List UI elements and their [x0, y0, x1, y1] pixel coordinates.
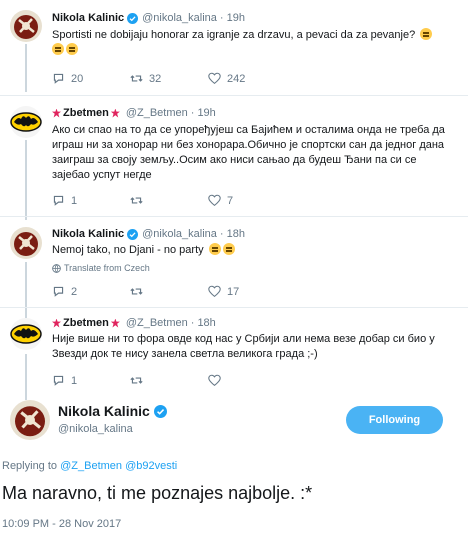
reply-icon — [53, 195, 64, 206]
author-handle[interactable]: @nikola_kalina — [58, 423, 133, 435]
tweet-text: Ако си спао на то да се упоређујеш са Ба… — [52, 124, 445, 181]
like-icon — [208, 194, 221, 207]
mention-link[interactable]: @b92vesti — [125, 460, 177, 472]
star-icon — [110, 318, 120, 328]
translate-label[interactable]: Translate from Czech — [64, 263, 150, 273]
thinking-emoji-icon — [52, 43, 64, 55]
crying-emoji-icon — [222, 243, 235, 255]
tweet-text: Није више ни то фора овде код нас у Срби… — [52, 333, 435, 360]
tweet-time[interactable]: 18h — [197, 317, 215, 329]
tweet-text: Nemoj tako, no Djani - no party — [52, 244, 204, 256]
separator-dot: · — [219, 228, 224, 240]
main-tweet-text: Ma naravno, ti me poznajes najbolje. :* — [2, 483, 313, 503]
tweet-time[interactable]: 19h — [227, 12, 245, 24]
verified-badge-icon — [127, 228, 139, 240]
retweet-button[interactable] — [130, 194, 208, 207]
like-icon — [208, 285, 221, 298]
like-count: 17 — [227, 285, 240, 298]
author-handle[interactable]: @nikola_kalina — [142, 228, 217, 240]
reply-count: 2 — [71, 285, 78, 298]
crying-emoji-icon — [208, 243, 221, 255]
author-handle[interactable]: @Z_Betmen — [126, 107, 188, 119]
tweet-timestamp[interactable]: 10:09 PM - 28 Nov 2017 — [2, 518, 121, 530]
star-icon — [52, 318, 61, 328]
verified-badge-icon — [153, 404, 167, 418]
thinking-emoji-icon — [420, 28, 433, 40]
author-name[interactable]: Nikola Kalinic — [52, 228, 124, 240]
separator-dot: · — [219, 12, 224, 24]
reply-icon — [53, 73, 64, 84]
thinking-emoji-icon — [66, 43, 78, 55]
reply-button[interactable]: 1 — [52, 374, 130, 387]
mention-link[interactable]: @Z_Betmen — [60, 460, 122, 472]
author-name[interactable]: Zbetmen — [63, 317, 109, 329]
author-handle[interactable]: @nikola_kalina — [142, 12, 217, 24]
author-handle[interactable]: @Z_Betmen — [126, 317, 188, 329]
retweet-count: 32 — [149, 72, 162, 85]
replying-prefix: Replying to — [2, 460, 58, 472]
retweet-icon — [130, 288, 143, 295]
like-button[interactable] — [208, 374, 286, 387]
like-icon — [208, 374, 221, 387]
translate-link[interactable]: Translate from Czech — [52, 263, 150, 273]
avatar[interactable] — [10, 227, 42, 259]
retweet-button[interactable]: 32 — [130, 72, 208, 85]
like-icon — [208, 72, 221, 85]
reply-count: 1 — [71, 374, 78, 387]
reply-button[interactable]: 2 — [52, 285, 130, 298]
like-button[interactable]: 17 — [208, 285, 286, 298]
tweet-item[interactable]: Zbetmen @Z_Betmen · 18h Није више ни то … — [0, 308, 468, 398]
like-button[interactable]: 7 — [208, 194, 286, 207]
retweet-icon — [130, 377, 143, 384]
separator-dot: · — [190, 107, 195, 119]
tweet-time[interactable]: 19h — [197, 107, 215, 119]
retweet-icon — [130, 75, 143, 82]
reply-button[interactable]: 20 — [52, 72, 130, 85]
like-count: 7 — [227, 194, 234, 207]
tweet-time[interactable]: 18h — [227, 228, 245, 240]
globe-icon — [52, 263, 61, 273]
retweet-icon — [130, 197, 143, 204]
reply-button[interactable]: 1 — [52, 194, 130, 207]
reply-icon — [53, 286, 64, 297]
separator-dot: · — [190, 317, 195, 329]
reply-count: 20 — [71, 72, 84, 85]
replying-to: Replying to @Z_Betmen @b92vesti — [2, 460, 177, 472]
avatar[interactable] — [10, 400, 50, 440]
tweet-text: Sportisti ne dobijaju honorar za igranje… — [52, 29, 416, 41]
retweet-button[interactable] — [130, 374, 208, 387]
author-name[interactable]: Zbetmen — [63, 107, 109, 119]
avatar[interactable] — [10, 106, 42, 138]
avatar[interactable] — [10, 10, 42, 42]
verified-badge-icon — [127, 12, 139, 24]
retweet-button[interactable] — [130, 285, 208, 298]
star-icon — [52, 108, 61, 118]
author-name[interactable]: Nikola Kalinic — [58, 403, 150, 419]
author-name[interactable]: Nikola Kalinic — [52, 12, 124, 24]
tweet-item[interactable]: Nikola Kalinic @nikola_kalina · 19h Spor… — [0, 0, 468, 95]
like-count: 242 — [227, 72, 246, 85]
avatar[interactable] — [10, 318, 42, 350]
following-button[interactable]: Following — [346, 406, 443, 434]
star-icon — [110, 108, 120, 118]
reply-count: 1 — [71, 194, 78, 207]
like-button[interactable]: 242 — [208, 72, 286, 85]
tweet-item[interactable]: Zbetmen @Z_Betmen · 19h Ако си спао на т… — [0, 96, 468, 218]
tweet-item[interactable]: Nikola Kalinic @nikola_kalina · 18h Nemo… — [0, 217, 468, 311]
reply-icon — [53, 375, 64, 386]
